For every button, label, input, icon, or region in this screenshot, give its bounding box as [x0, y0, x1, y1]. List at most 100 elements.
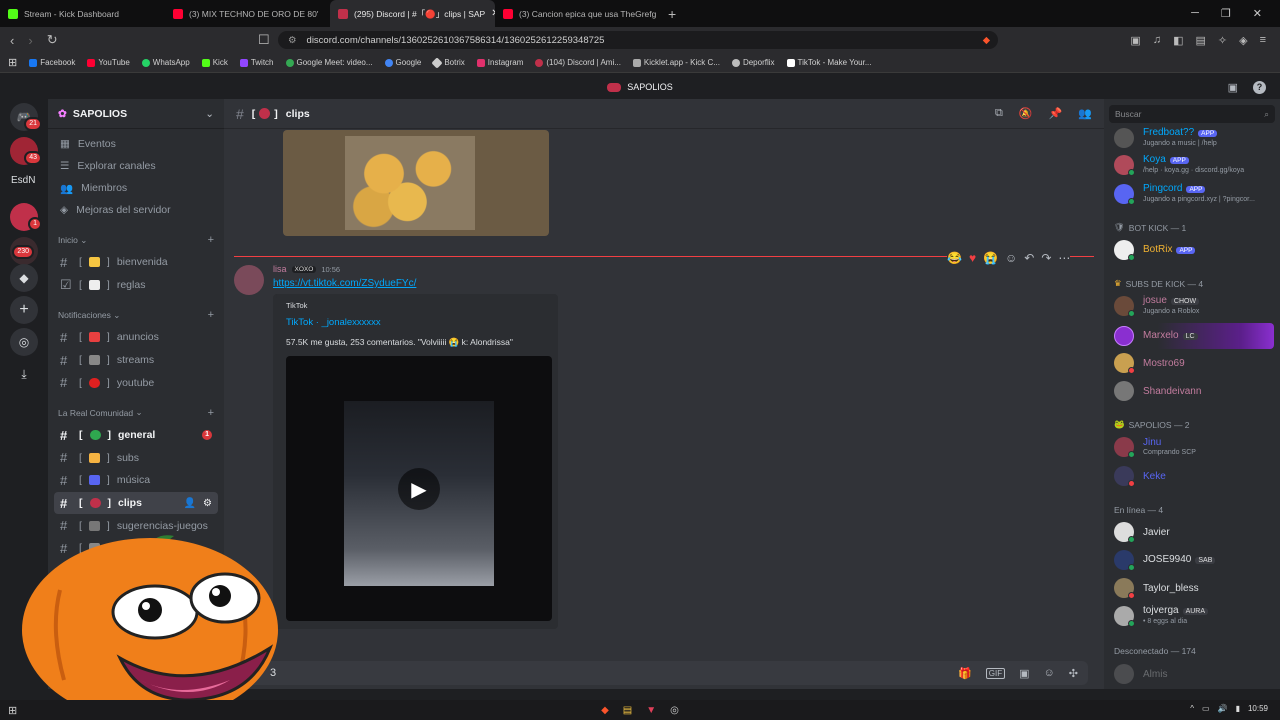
pin-icon[interactable]: 📌: [1049, 107, 1063, 120]
message-link[interactable]: https://vt.tiktok.com/ZSydueFYc/: [273, 278, 416, 289]
bookmark-item[interactable]: WhatsApp: [141, 58, 190, 67]
restore-icon[interactable]: ❐: [1221, 7, 1231, 20]
inbox-icon[interactable]: ▣: [1228, 81, 1238, 94]
category-inicio[interactable]: Inicio ⌄ +: [48, 229, 224, 251]
server-icon-folder[interactable]: 230: [10, 237, 38, 265]
media-icon[interactable]: ♫: [1153, 34, 1161, 47]
bookmark-item[interactable]: Kick: [201, 58, 228, 67]
menu-icon[interactable]: ≡: [1260, 34, 1266, 47]
bookmark-item[interactable]: TikTok - Make Your...: [786, 58, 872, 67]
member-item[interactable]: tojverga AURA • 8 eggs al dia: [1114, 605, 1209, 627]
help-icon[interactable]: ?: [1253, 80, 1266, 94]
member-item[interactable]: Jinu Comprando SCP: [1114, 437, 1196, 458]
channel-musica[interactable]: #[] música: [54, 469, 218, 492]
forward-icon[interactable]: ↷: [1041, 251, 1051, 265]
bookmark-item[interactable]: Botrix: [431, 56, 465, 69]
browse-channels-item[interactable]: ☰ Explorar canales: [48, 155, 224, 177]
forward-icon[interactable]: ›: [28, 33, 32, 48]
member-item[interactable]: Koya APP/help · koya.gg · discord.gg/koya: [1114, 154, 1244, 176]
previous-embed-image[interactable]: [283, 130, 549, 236]
server-boost-item[interactable]: ◈ Mejoras del servidor: [48, 199, 224, 221]
member-item[interactable]: Shandeivann: [1114, 381, 1201, 401]
minimize-icon[interactable]: ─: [1191, 7, 1199, 20]
channel-subs[interactable]: #[] subs: [54, 447, 218, 470]
member-item[interactable]: Javier: [1114, 522, 1170, 543]
member-item[interactable]: BotRix APP: [1114, 240, 1196, 261]
bookmark-icon[interactable]: ☐: [258, 32, 270, 48]
bookmark-item[interactable]: YouTube: [87, 58, 130, 67]
browser-tab-active[interactable]: (295) Discord | #「🔴」clips | SAP✕: [330, 0, 495, 27]
brave-taskbar-icon[interactable]: ◆: [601, 705, 609, 716]
channel-bienvenida[interactable]: #[] bienvenida: [54, 251, 218, 274]
vpn-icon[interactable]: ◈: [1239, 34, 1247, 47]
tray-arrow-icon[interactable]: ^: [1190, 704, 1194, 713]
url-bar[interactable]: ⚙ discord.com/channels/13602526103675863…: [278, 31, 998, 49]
gift-icon[interactable]: 🎁: [958, 667, 972, 680]
category-notificaciones[interactable]: Notificaciones ⌄ +: [48, 304, 224, 326]
gif-icon[interactable]: GIF: [985, 667, 1006, 679]
heart-reaction-icon[interactable]: ♥: [969, 251, 976, 265]
search-input[interactable]: Buscar ⌕: [1109, 105, 1275, 123]
bookmark-item[interactable]: Kicklet.app - Kick C...: [632, 58, 720, 67]
bookmark-item[interactable]: Deporflix: [731, 58, 775, 67]
direct-messages-button[interactable]: 🎮 21: [10, 103, 42, 131]
reply-icon[interactable]: ↶: [1024, 251, 1034, 265]
channel-clips[interactable]: #[] clips 👤 ⚙: [54, 491, 218, 515]
member-item[interactable]: Keke: [1114, 466, 1166, 487]
member-item[interactable]: Taylor_bless: [1114, 578, 1199, 599]
bookmark-item[interactable]: Instagram: [476, 58, 523, 67]
embed-video[interactable]: ▶: [286, 356, 552, 621]
embed-title[interactable]: TikTok · _jonalexxxxxx: [286, 317, 381, 328]
extension-icon[interactable]: ▣: [1130, 34, 1140, 47]
member-item[interactable]: josue CHOW Jugando a Roblox: [1114, 295, 1199, 317]
notification-mute-icon[interactable]: 🔕: [1019, 107, 1033, 120]
settings-gear-icon[interactable]: ⚙: [203, 498, 212, 509]
brave-shield-icon[interactable]: ◆: [983, 35, 990, 46]
browser-tab[interactable]: (3) Cancion epica que usa TheGrefg: [495, 0, 660, 27]
member-item[interactable]: Mostro69: [1114, 353, 1185, 374]
site-info-icon[interactable]: ⚙: [288, 35, 297, 46]
member-item[interactable]: Fredboat?? APP Jugando a music | /help: [1114, 127, 1218, 148]
message-composer[interactable]: 3 🎁 GIF ▣ ☺ ✣: [240, 661, 1088, 685]
members-item[interactable]: 👥 Miembros: [48, 177, 224, 199]
reload-icon[interactable]: ↻: [47, 32, 58, 48]
channel-general[interactable]: #[] general 1: [54, 424, 218, 447]
add-channel-icon[interactable]: +: [208, 234, 214, 246]
category-la-real-comunidad[interactable]: La Real Comunidad ⌄ +: [48, 402, 224, 424]
add-reaction-icon[interactable]: ☺: [1005, 251, 1017, 265]
bookmark-item[interactable]: Google: [384, 58, 421, 67]
browser-tab[interactable]: Stream - Kick Dashboard: [0, 0, 165, 27]
member-item[interactable]: Marxelo LC: [1114, 326, 1198, 346]
new-tab-button[interactable]: +: [660, 6, 684, 22]
reaction-icon[interactable]: 😭: [983, 251, 998, 265]
play-icon[interactable]: ▶: [398, 468, 440, 510]
bookmark-item[interactable]: (104) Discord | Ami...: [535, 58, 621, 67]
add-channel-icon[interactable]: +: [208, 309, 214, 321]
add-server-icon[interactable]: +: [10, 296, 38, 324]
add-channel-icon[interactable]: +: [208, 407, 214, 419]
bookmark-item[interactable]: Twitch: [239, 58, 274, 67]
wallet-icon[interactable]: ▤: [1195, 34, 1205, 47]
apps-icon[interactable]: ⊞: [8, 56, 17, 69]
member-item[interactable]: Almis: [1114, 664, 1167, 684]
avatar[interactable]: [234, 265, 264, 295]
app-taskbar-icon[interactable]: ▼: [646, 705, 656, 716]
clock[interactable]: 10:59: [1248, 704, 1268, 713]
browser-tab[interactable]: (3) MIX TECHNO DE ORO DE 80': [165, 0, 330, 27]
explore-icon[interactable]: ◎: [10, 328, 38, 356]
channel-reglas[interactable]: ☑[] reglas: [54, 274, 218, 297]
start-icon[interactable]: ⊞: [8, 704, 17, 717]
sidebar-icon[interactable]: ◧: [1173, 34, 1183, 47]
download-icon[interactable]: ⤓: [10, 360, 38, 388]
more-icon[interactable]: ⋯: [1058, 251, 1070, 265]
server-header[interactable]: ✿ SAPOLIOS ⌄: [48, 99, 224, 129]
back-icon[interactable]: ‹: [10, 33, 14, 48]
author-name[interactable]: lisa: [273, 264, 287, 274]
bookmark-item[interactable]: Google Meet: video...: [285, 58, 373, 67]
ai-icon[interactable]: ✧: [1218, 34, 1227, 47]
network-icon[interactable]: ▭: [1202, 704, 1210, 713]
close-window-icon[interactable]: ✕: [1253, 7, 1262, 20]
channel-streams[interactable]: #[] streams: [54, 349, 218, 372]
invite-icon[interactable]: 👤: [184, 498, 196, 509]
bookmark-item[interactable]: Facebook: [29, 58, 75, 67]
